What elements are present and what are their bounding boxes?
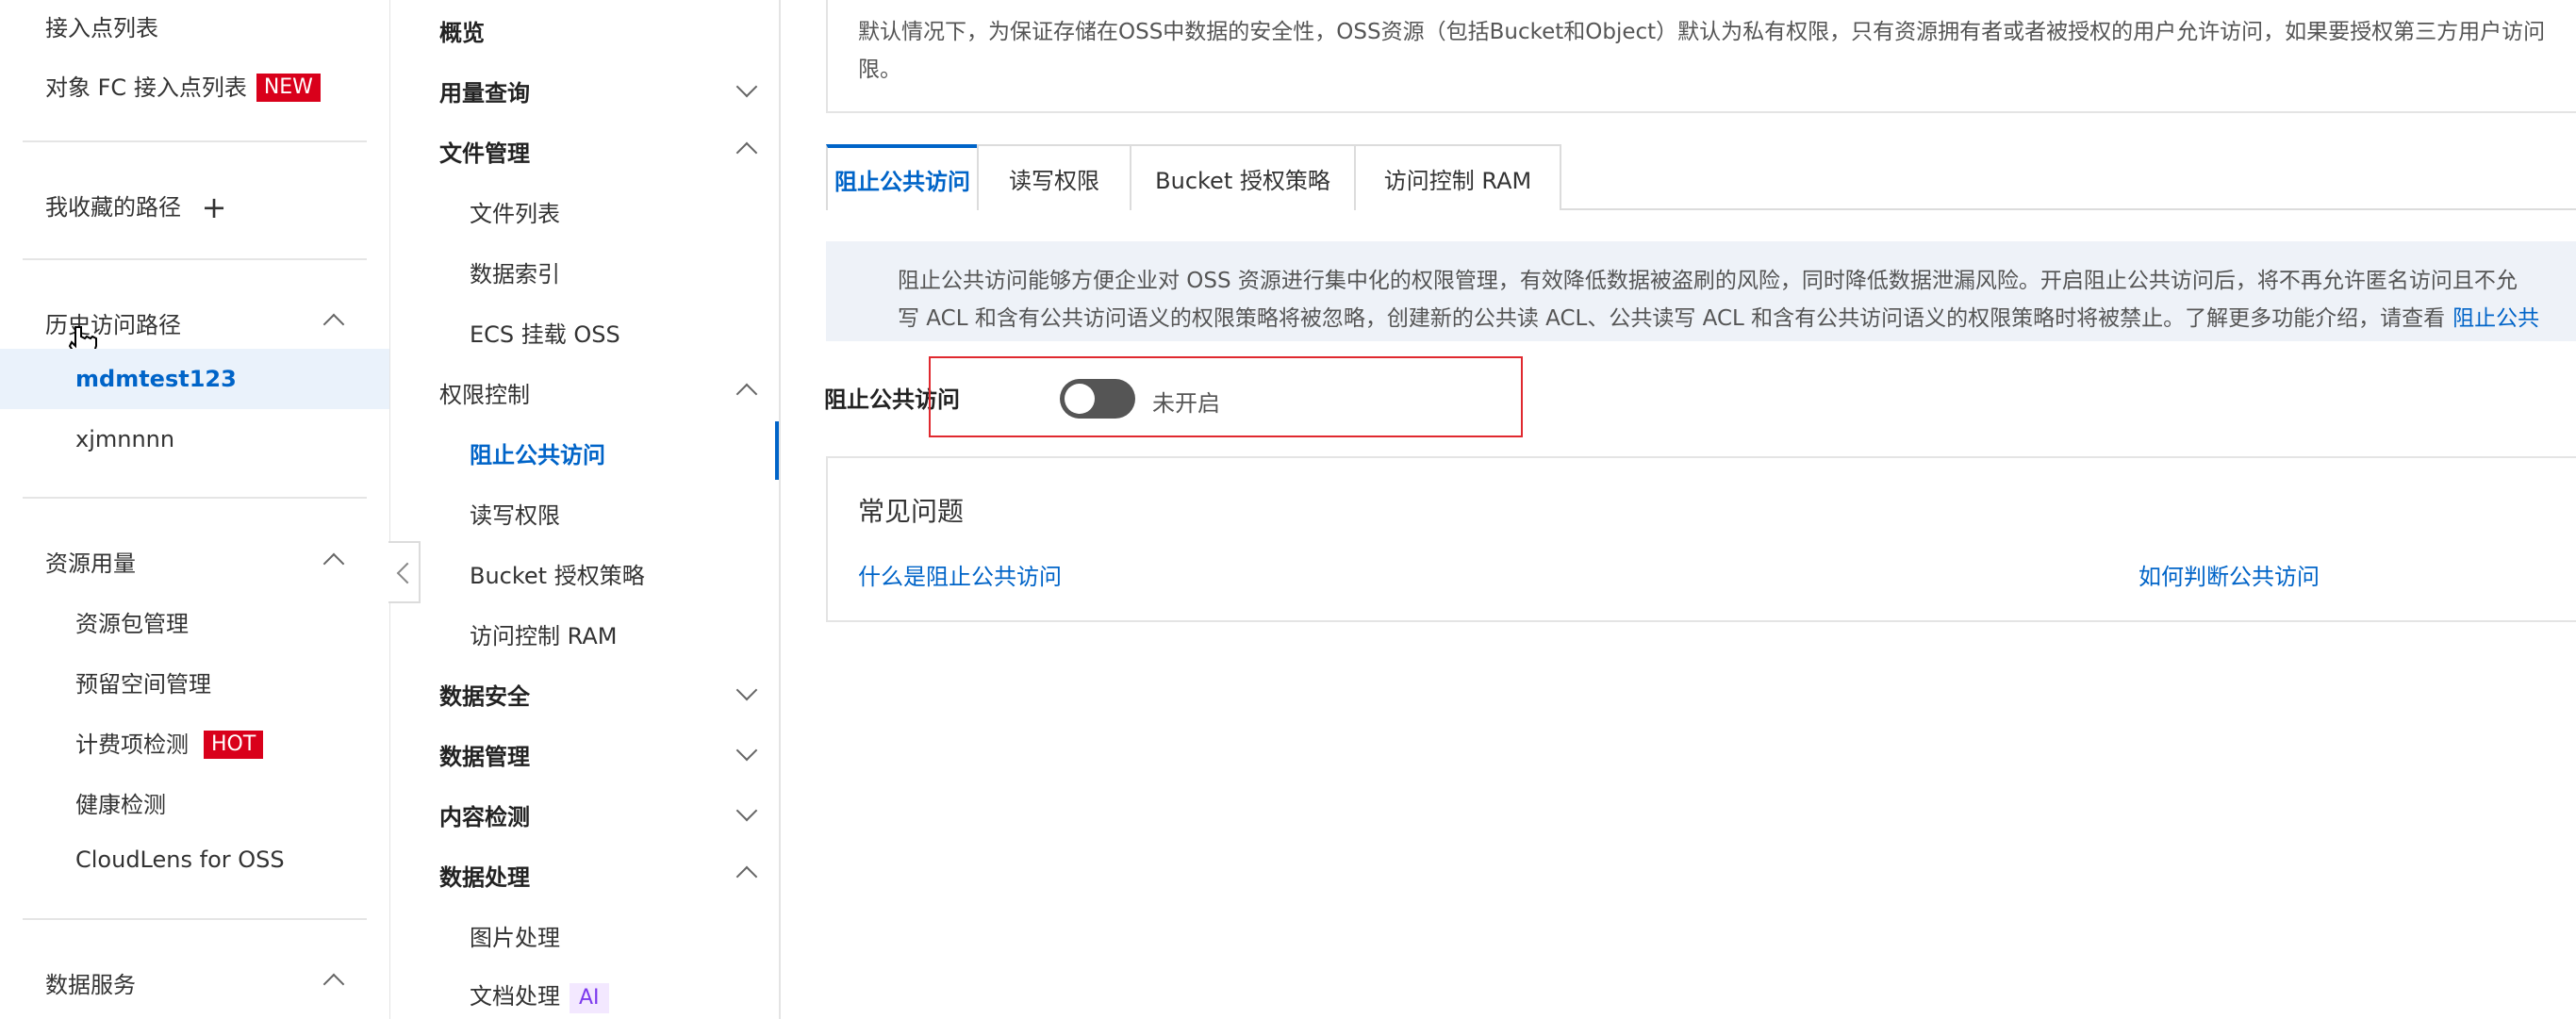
block-public-access-toggle[interactable] — [1060, 379, 1135, 419]
menu-group-data-processing[interactable]: 数据处理 — [439, 859, 530, 892]
collapse-sidebar-button[interactable] — [388, 541, 421, 603]
tab-acl[interactable]: 读写权限 — [977, 144, 1131, 210]
sidebar-section-resource-usage[interactable]: 资源用量 — [45, 545, 136, 578]
menu-item-file-list[interactable]: 文件列表 — [470, 195, 560, 228]
divider — [23, 258, 367, 260]
chevron-down-icon[interactable] — [735, 799, 758, 822]
menu-item-block-public-access[interactable]: 阻止公共访问 — [470, 436, 605, 469]
toggle-status: 未开启 — [1152, 390, 1220, 417]
menu-item-ram[interactable]: 访问控制 RAM — [470, 617, 617, 650]
menu-item-overview[interactable]: 概览 — [439, 14, 485, 47]
sidebar-section-data-service[interactable]: 数据服务 — [45, 966, 136, 999]
chevron-down-icon[interactable] — [735, 679, 758, 701]
sidebar-item-cloudlens[interactable]: CloudLens for OSS — [75, 846, 285, 873]
menu-item-data-index[interactable]: 数据索引 — [470, 255, 560, 288]
sidebar-item-billing-check[interactable]: 计费项检测 HOT — [75, 726, 264, 759]
notice-text-line1: 默认情况下，为保证存储在OSS中数据的安全性，OSS资源（包括Bucket和Ob… — [858, 20, 2546, 44]
faq-title: 常见问题 — [858, 496, 965, 527]
bucket-menu: 概览 用量查询 文件管理 文件列表 数据索引 ECS 挂载 OSS 权限控制 阻… — [390, 0, 781, 1019]
faq-card — [826, 456, 2576, 622]
highlight-box — [929, 356, 1523, 437]
menu-group-permission[interactable]: 权限控制 — [439, 376, 530, 409]
tab-ram[interactable]: 访问控制 RAM — [1354, 144, 1561, 210]
menu-group-usage-query[interactable]: 用量查询 — [439, 74, 530, 107]
divider — [23, 918, 367, 920]
menu-item-acl[interactable]: 读写权限 — [470, 497, 560, 530]
sidebar-item-access-points[interactable]: 接入点列表 — [45, 9, 158, 42]
chevron-left-icon — [396, 562, 419, 584]
sidebar-item-resource-package[interactable]: 资源包管理 — [75, 605, 189, 638]
menu-item-label: 文档处理 — [470, 983, 560, 1010]
left-sidebar: 接入点列表 对象 FC 接入点列表 NEW 我收藏的路径 + 历史访问路径 mdm… — [0, 0, 390, 1019]
menu-item-bucket-policy[interactable]: Bucket 授权策略 — [470, 557, 645, 590]
sidebar-item-health-check[interactable]: 健康检测 — [75, 786, 166, 819]
divider — [23, 140, 367, 142]
sidebar-item-favorite-paths[interactable]: 我收藏的路径 + — [45, 189, 226, 225]
chevron-down-icon[interactable] — [735, 739, 758, 762]
menu-group-data-security[interactable]: 数据安全 — [439, 678, 530, 711]
chevron-down-icon[interactable] — [735, 75, 758, 98]
chevron-up-icon[interactable] — [322, 313, 345, 336]
info-text: 写 ACL 和含有公共访问语义的权限策略将被忽略，创建新的公共读 ACL、公共读… — [898, 306, 2446, 331]
menu-group-data-mgmt[interactable]: 数据管理 — [439, 738, 530, 771]
sidebar-item-reserved-space[interactable]: 预留空间管理 — [75, 666, 211, 699]
history-item-xjmnnnn[interactable]: xjmnnnn — [75, 426, 174, 452]
toggle-knob — [1065, 384, 1095, 414]
notice-text-line2: 限。 — [858, 58, 901, 82]
main-content: 默认情况下，为保证存储在OSS中数据的安全性，OSS资源（包括Bucket和Ob… — [779, 0, 2576, 1019]
menu-item-doc-processing[interactable]: 文档处理 AI — [470, 978, 609, 1013]
chevron-up-icon[interactable] — [735, 865, 758, 888]
tab-block-public-access[interactable]: 阻止公共访问 — [826, 144, 979, 210]
menu-group-file-mgmt[interactable]: 文件管理 — [439, 135, 530, 168]
chevron-up-icon[interactable] — [735, 383, 758, 405]
divider — [23, 497, 367, 499]
new-badge: NEW — [256, 74, 321, 102]
info-link[interactable]: 阻止公共 — [2452, 306, 2539, 331]
chevron-up-icon[interactable] — [735, 141, 758, 164]
info-text-line1: 阻止公共访问能够方便企业对 OSS 资源进行集中化的权限管理，有效降低数据被盗刷… — [898, 269, 2518, 293]
sidebar-item-label: 我收藏的路径 — [45, 194, 181, 221]
faq-link-what-is[interactable]: 什么是阻止公共访问 — [858, 558, 1062, 591]
chevron-up-icon[interactable] — [322, 552, 345, 575]
tabs-baseline — [1560, 208, 2576, 210]
sidebar-section-history[interactable]: 历史访问路径 — [45, 306, 181, 339]
sidebar-item-label: 对象 FC 接入点列表 — [45, 74, 247, 101]
tab-bucket-policy[interactable]: Bucket 授权策略 — [1130, 144, 1356, 210]
add-icon[interactable]: + — [202, 189, 227, 225]
menu-item-ecs-mount[interactable]: ECS 挂载 OSS — [470, 316, 620, 349]
ai-badge: AI — [570, 983, 609, 1013]
hot-badge: HOT — [204, 731, 264, 759]
chevron-up-icon[interactable] — [322, 973, 345, 995]
history-item-mdmtest123[interactable]: mdmtest123 — [75, 366, 237, 392]
info-text-line2: 写 ACL 和含有公共访问语义的权限策略将被忽略，创建新的公共读 ACL、公共读… — [898, 300, 2539, 332]
faq-link-how-judge[interactable]: 如何判断公共访问 — [2138, 558, 2320, 591]
menu-item-image-processing[interactable]: 图片处理 — [470, 919, 560, 952]
sidebar-item-fc-access-points[interactable]: 对象 FC 接入点列表 NEW — [45, 69, 321, 102]
menu-group-content-check[interactable]: 内容检测 — [439, 798, 530, 831]
sidebar-item-label: 计费项检测 — [75, 731, 189, 758]
